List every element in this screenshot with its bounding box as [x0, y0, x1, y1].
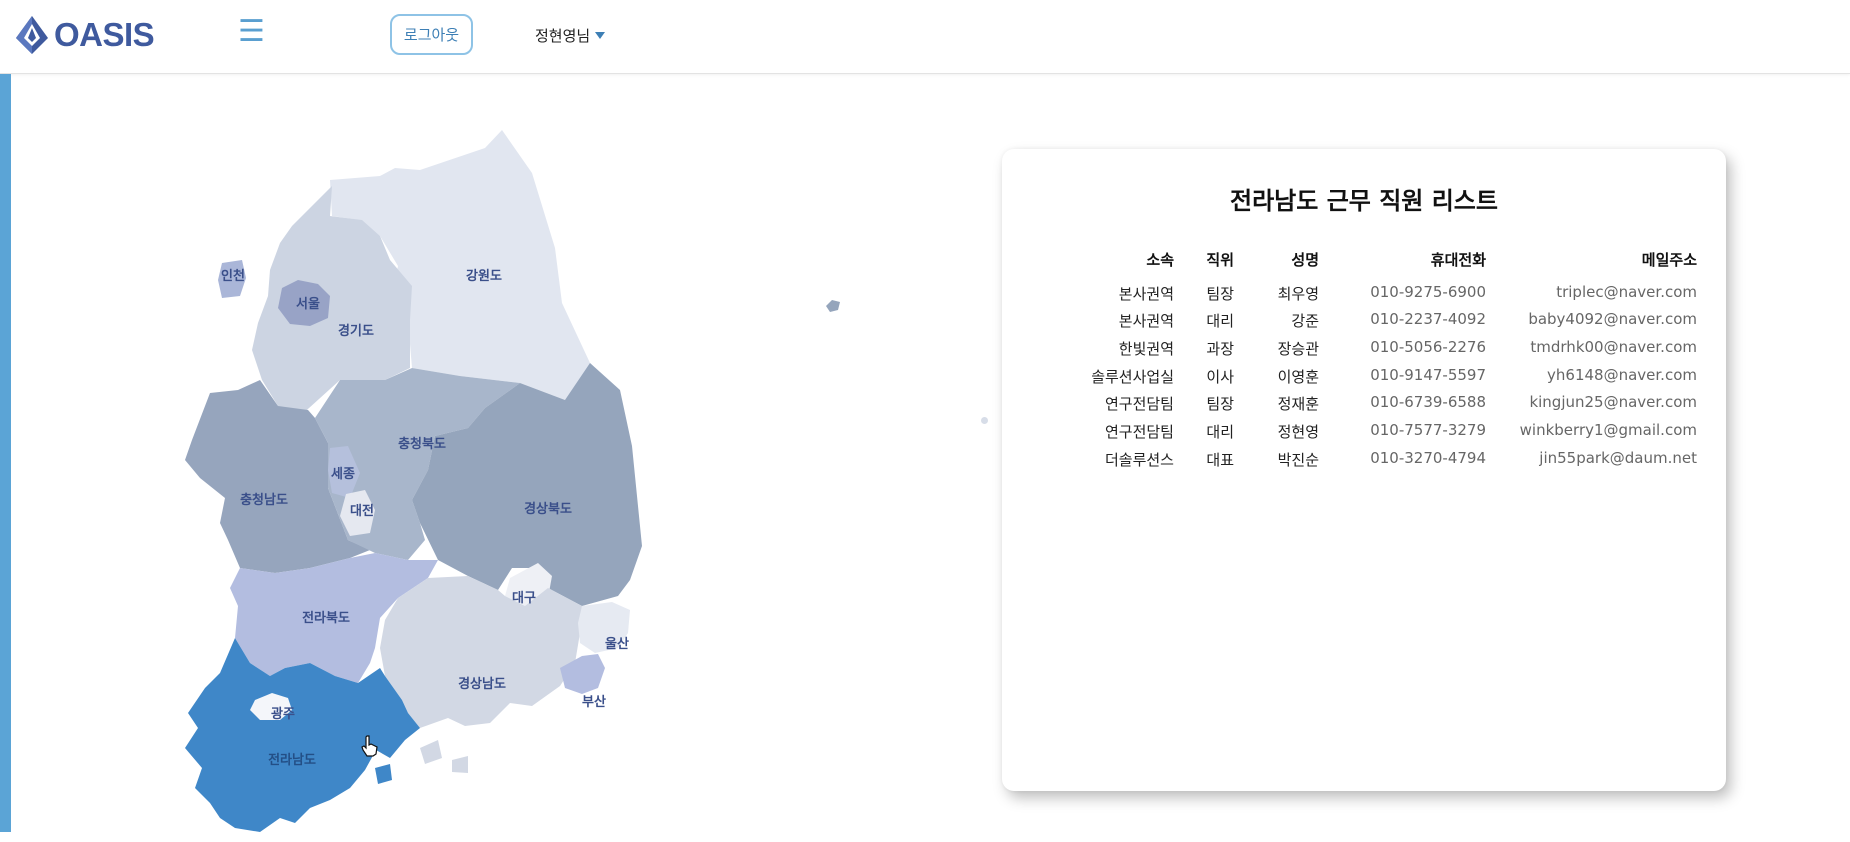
region-label-ulsan: 울산 [605, 636, 629, 652]
dokdo-island [981, 417, 988, 424]
cell-email: kingjun25@naver.com [1529, 393, 1697, 412]
cell-position: 대리 [1206, 312, 1234, 331]
cell-phone: 010-5056-2276 [1370, 338, 1486, 357]
island [452, 756, 468, 773]
cell-email: yh6148@naver.com [1547, 365, 1697, 384]
cell-dept: 솔루션사업실 [1091, 367, 1174, 386]
cell-email: tmdrhk00@naver.com [1530, 338, 1697, 357]
cell-phone: 010-7577-3279 [1370, 421, 1486, 440]
table-row: 본사권역 팀장 최우영 010-9275-6900 triplec@naver.… [1002, 283, 1726, 311]
cell-phone: 010-2237-4092 [1370, 310, 1486, 329]
korea-region-map: 인천 서울 경기도 강원도 충청북도 충청남도 세종 대전 경상북도 대구 전라… [180, 128, 670, 832]
cell-dept: 한빛권역 [1118, 340, 1174, 359]
cell-name: 최우영 [1277, 284, 1319, 303]
app-logo[interactable]: OASIS [14, 14, 155, 56]
staff-list-card: 전라남도 근무 직원 리스트 소속 직위 성명 휴대전화 메일주소 본사권역 팀… [1002, 149, 1726, 791]
island [420, 740, 442, 764]
cell-name: 박진순 [1277, 450, 1319, 469]
cell-dept: 연구전담팀 [1104, 423, 1174, 442]
sidebar-edge [0, 74, 11, 832]
region-label-chungbuk: 충청북도 [398, 436, 446, 452]
region-label-incheon: 인천 [221, 268, 245, 284]
header-dept: 소속 [1146, 251, 1174, 269]
oasis-logo-icon [16, 16, 48, 54]
header-email: 메일주소 [1641, 251, 1697, 269]
region-label-gyeongbuk: 경상북도 [524, 501, 572, 517]
cell-email: jin55park@daum.net [1539, 448, 1697, 467]
cell-email: winkberry1@gmail.com [1519, 421, 1697, 440]
cell-name: 장승관 [1277, 340, 1319, 359]
cell-phone: 010-6739-6588 [1370, 393, 1486, 412]
table-row: 연구전담팀 팀장 정재훈 010-6739-6588 kingjun25@nav… [1002, 393, 1726, 421]
user-name-label: 정현영님 [535, 27, 591, 45]
cell-position: 팀장 [1206, 395, 1234, 414]
card-title: 전라남도 근무 직원 리스트 [1230, 187, 1498, 215]
cell-phone: 010-9275-6900 [1370, 282, 1486, 301]
staff-table: 소속 직위 성명 휴대전화 메일주소 본사권역 팀장 최우영 010-9275-… [1002, 249, 1726, 477]
region-label-chungnam: 충청남도 [240, 492, 288, 508]
cell-name: 정재훈 [1277, 395, 1319, 414]
cell-position: 팀장 [1206, 284, 1234, 303]
table-header: 소속 직위 성명 휴대전화 메일주소 [1002, 249, 1726, 277]
cell-dept: 본사권역 [1118, 312, 1174, 331]
region-label-busan: 부산 [582, 694, 606, 710]
region-label-gyeonggi: 경기도 [338, 323, 374, 339]
cell-email: baby4092@naver.com [1528, 310, 1697, 329]
table-row: 본사권역 대리 강준 010-2237-4092 baby4092@naver.… [1002, 310, 1726, 338]
cell-name: 정현영 [1277, 423, 1319, 442]
header-name: 성명 [1291, 251, 1319, 269]
region-label-daejeon: 대전 [350, 503, 374, 519]
cell-name: 이영훈 [1277, 367, 1319, 386]
island [375, 764, 392, 784]
cell-position: 대표 [1206, 450, 1234, 469]
cell-position: 과장 [1206, 340, 1234, 359]
region-gyeongnam[interactable] [380, 576, 582, 728]
cell-position: 대리 [1206, 423, 1234, 442]
cell-email: triplec@naver.com [1556, 282, 1697, 301]
table-row: 연구전담팀 대리 정현영 010-7577-3279 winkberry1@gm… [1002, 421, 1726, 449]
cell-position: 이사 [1206, 367, 1234, 386]
cell-name: 강준 [1291, 312, 1319, 331]
cell-dept: 본사권역 [1118, 284, 1174, 303]
cell-phone: 010-9147-5597 [1370, 365, 1486, 384]
table-row: 솔루션사업실 이사 이영훈 010-9147-5597 yh6148@naver… [1002, 366, 1726, 394]
region-label-seoul: 서울 [296, 296, 320, 312]
ulleungdo-island [826, 300, 840, 312]
table-row: 한빛권역 과장 장승관 010-5056-2276 tmdrhk00@naver… [1002, 338, 1726, 366]
logo-text: OASIS [54, 16, 155, 53]
header-phone: 휴대전화 [1430, 251, 1486, 269]
region-label-sejong: 세종 [331, 467, 355, 482]
hamburger-menu-icon[interactable]: ☰ [238, 17, 265, 47]
logout-button[interactable]: 로그아웃 [390, 14, 473, 55]
header-position: 직위 [1206, 251, 1234, 269]
caret-down-icon [595, 32, 606, 39]
hand-cursor-icon [361, 735, 378, 757]
top-navbar: OASIS ☰ 로그아웃 정현영님 [0, 0, 1850, 74]
region-label-gwangju: 광주 [271, 707, 295, 722]
region-label-jeonnam: 전라남도 [268, 752, 316, 768]
region-label-gyeongnam: 경상남도 [458, 676, 506, 692]
region-label-gangwon: 강원도 [466, 268, 502, 284]
region-label-daegu: 대구 [512, 591, 536, 606]
user-menu-dropdown[interactable]: 정현영님 [535, 25, 606, 46]
table-row: 더솔루션스 대표 박진순 010-3270-4794 jin55park@dau… [1002, 449, 1726, 477]
region-label-jeonbuk: 전라북도 [302, 610, 350, 626]
cell-dept: 더솔루션스 [1104, 450, 1174, 469]
cell-dept: 연구전담팀 [1104, 395, 1174, 414]
cell-phone: 010-3270-4794 [1370, 448, 1486, 467]
